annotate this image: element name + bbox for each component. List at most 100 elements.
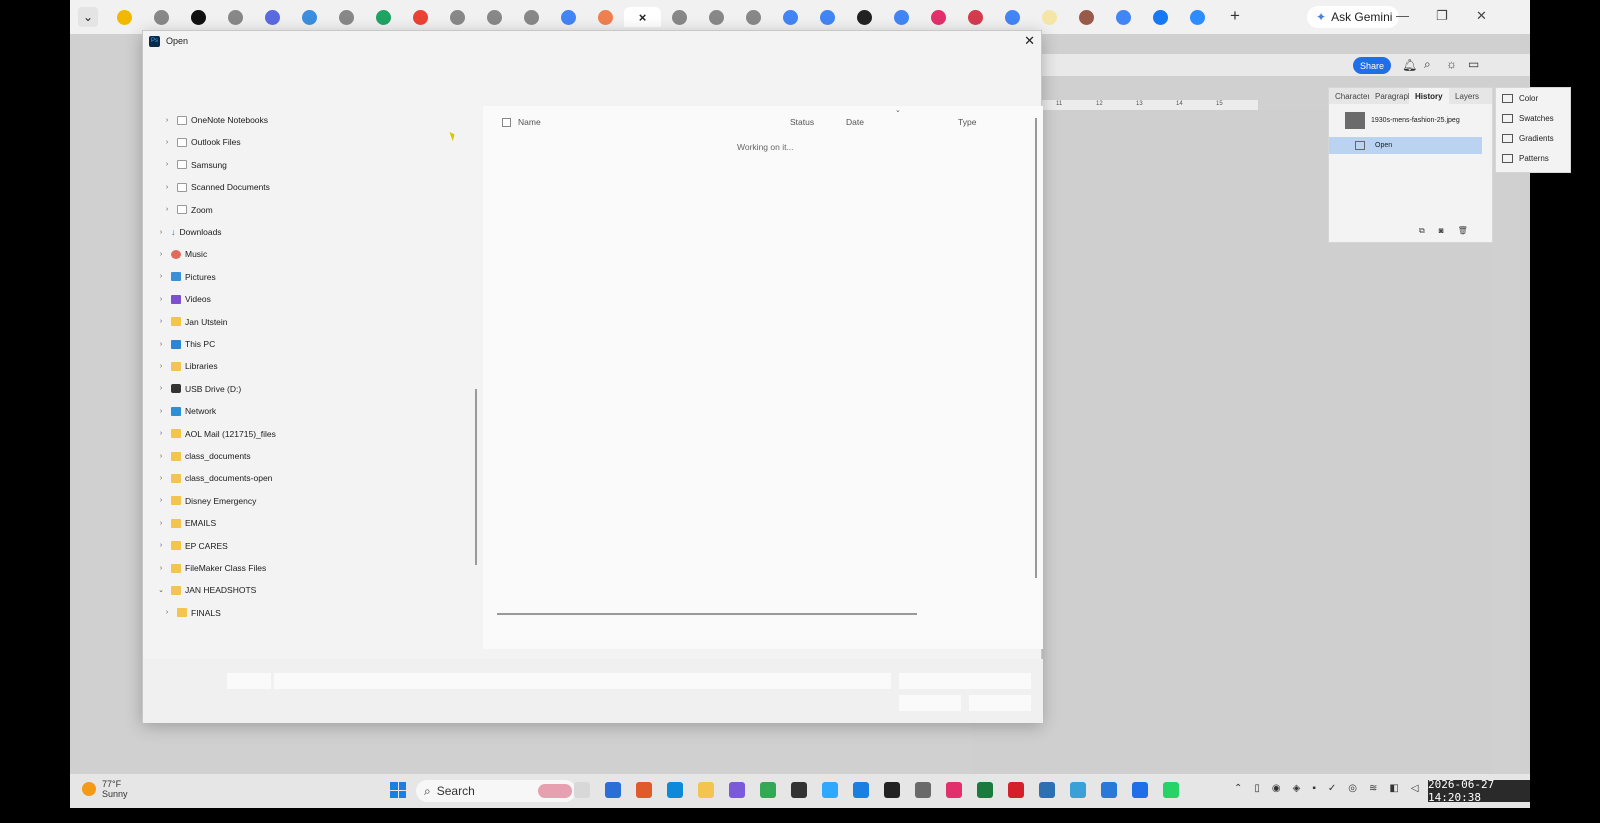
nav-scrollbar[interactable] <box>475 389 477 565</box>
chevron-right-icon[interactable]: › <box>161 184 173 191</box>
taskbar-search[interactable]: ⌕ Search <box>416 780 576 802</box>
nav-item[interactable]: › FINALS <box>161 603 221 623</box>
chevron-right-icon[interactable]: › <box>161 161 173 168</box>
nav-item[interactable]: › EMAILS <box>155 513 216 533</box>
browser-tab[interactable] <box>957 7 994 27</box>
chevron-right-icon[interactable]: › <box>155 430 167 437</box>
nav-item[interactable]: › Pictures <box>155 267 216 287</box>
panel-tab-character[interactable]: Character <box>1329 88 1369 104</box>
chevron-right-icon[interactable]: › <box>155 318 167 325</box>
battery-icon[interactable]: ◧ <box>1389 783 1398 794</box>
taskbar-app-icon[interactable] <box>1132 782 1148 798</box>
chevron-right-icon[interactable]: › <box>155 475 167 482</box>
create-document-icon[interactable]: ⧉ <box>1419 226 1425 236</box>
browser-tab[interactable] <box>1068 7 1105 27</box>
search-icon[interactable]: ⌕ <box>1424 57 1431 72</box>
chevron-right-icon[interactable]: › <box>155 542 167 549</box>
tray-app-icon[interactable]: ◈ <box>1293 783 1301 794</box>
nav-item[interactable]: › Jan Utstein <box>155 312 228 332</box>
chevron-down-icon[interactable]: ⌄ <box>155 586 167 594</box>
ask-gemini-button[interactable]: ✦ Ask Gemini <box>1307 6 1399 28</box>
browser-tab[interactable] <box>883 7 920 27</box>
brightness-icon[interactable]: ☼ <box>1446 57 1457 71</box>
browser-tab[interactable] <box>1031 7 1068 27</box>
history-row-source[interactable]: 1930s-mens-fashion-25.jpeg <box>1329 112 1482 129</box>
nav-item[interactable]: › EP CARES <box>155 536 228 556</box>
select-all-checkbox[interactable] <box>502 118 511 127</box>
taskbar-app-icon[interactable] <box>884 782 900 798</box>
nav-item[interactable]: › OneNote Notebooks <box>161 110 268 130</box>
browser-tab[interactable] <box>994 7 1031 27</box>
chevron-right-icon[interactable]: › <box>155 385 167 392</box>
taskbar-app-icon[interactable] <box>605 782 621 798</box>
restore-icon[interactable]: ❐ <box>1436 8 1448 24</box>
column-type[interactable]: Type <box>958 117 976 127</box>
browser-tab[interactable] <box>920 7 957 27</box>
taskbar-app-icon[interactable] <box>791 782 807 798</box>
column-name[interactable]: Name <box>518 117 541 127</box>
file-name-input[interactable] <box>274 673 891 689</box>
taskbar-app-icon[interactable] <box>667 782 683 798</box>
taskbar-clock[interactable]: 2026-06-27 14:20:38 <box>1428 778 1530 804</box>
file-list-horizontal-scrollbar[interactable] <box>497 613 917 615</box>
share-button[interactable]: Share <box>1353 57 1391 74</box>
browser-tab[interactable] <box>180 7 217 27</box>
tab-search-chevron-icon[interactable]: ⌄ <box>78 7 98 27</box>
column-date[interactable]: Date <box>846 117 864 127</box>
chevron-right-icon[interactable]: › <box>155 453 167 460</box>
chevron-right-icon[interactable]: › <box>155 296 167 303</box>
chevron-right-icon[interactable]: › <box>161 609 173 616</box>
nav-item[interactable]: › class_documents <box>155 446 251 466</box>
nav-item[interactable]: › Music <box>155 244 207 264</box>
file-type-select[interactable] <box>899 673 1031 689</box>
taskbar-app-icon[interactable] <box>636 782 652 798</box>
chevron-right-icon[interactable]: › <box>155 341 167 348</box>
browser-tab[interactable] <box>1142 7 1179 27</box>
history-row-open[interactable]: Open <box>1329 137 1482 154</box>
chevron-right-icon[interactable]: › <box>155 363 167 370</box>
minimize-icon[interactable]: — <box>1396 8 1409 23</box>
tray-app-icon[interactable]: ◎ <box>1348 783 1357 794</box>
volume-icon[interactable]: ◁ <box>1411 783 1419 794</box>
browser-tab[interactable] <box>772 7 809 27</box>
tray-app-icon[interactable]: ▪ <box>1312 783 1316 794</box>
nav-item[interactable]: › Libraries <box>155 356 218 376</box>
file-list-vertical-scrollbar[interactable] <box>1035 118 1037 578</box>
taskbar-app-icon[interactable] <box>1039 782 1055 798</box>
trash-icon[interactable]: 🗑︎ <box>1458 226 1468 236</box>
taskbar-app-icon[interactable] <box>1101 782 1117 798</box>
nav-item[interactable]: › AOL Mail (121715)_files <box>155 424 276 444</box>
open-button[interactable] <box>899 695 961 711</box>
browser-tab[interactable] <box>365 7 402 27</box>
nav-item[interactable]: › ↓ Downloads <box>155 222 222 242</box>
browser-tab[interactable] <box>809 7 846 27</box>
browser-tab[interactable] <box>328 7 365 27</box>
side-panel-item-patterns[interactable]: Patterns <box>1496 148 1570 168</box>
taskbar-app-icon[interactable] <box>1008 782 1024 798</box>
nav-item[interactable]: › Zoom <box>161 200 213 220</box>
wifi-icon[interactable]: ≋ <box>1369 783 1377 794</box>
chevron-right-icon[interactable]: › <box>155 251 167 258</box>
panel-tab-paragraph[interactable]: Paragraph <box>1369 88 1409 104</box>
chevron-right-icon[interactable]: › <box>155 408 167 415</box>
nav-item[interactable]: › Network <box>155 401 216 421</box>
taskbar-app-icon[interactable] <box>853 782 869 798</box>
chevron-right-icon[interactable]: › <box>161 117 173 124</box>
chevron-right-icon[interactable]: › <box>155 497 167 504</box>
layout-icon[interactable]: ▭ <box>1468 57 1479 71</box>
taskbar-app-icon[interactable] <box>915 782 931 798</box>
tray-app-icon[interactable]: ✓ <box>1328 783 1336 794</box>
nav-item[interactable]: › Disney Emergency <box>155 491 257 511</box>
side-panel-item-swatches[interactable]: Swatches <box>1496 108 1570 128</box>
nav-item[interactable]: › Outlook Files <box>161 132 241 152</box>
browser-tab[interactable] <box>513 7 550 27</box>
taskbar-app-icon[interactable] <box>729 782 745 798</box>
side-panel-item-color[interactable]: Color <box>1496 88 1570 108</box>
taskbar-app-icon[interactable] <box>1163 782 1179 798</box>
new-tab-button[interactable]: + <box>1230 6 1240 26</box>
browser-tab[interactable] <box>846 7 883 27</box>
chevron-right-icon[interactable]: › <box>161 139 173 146</box>
snapshot-camera-icon[interactable]: ◙ <box>1439 226 1444 236</box>
nav-item[interactable]: › class_documents-open <box>155 468 273 488</box>
browser-tab[interactable] <box>143 7 180 27</box>
